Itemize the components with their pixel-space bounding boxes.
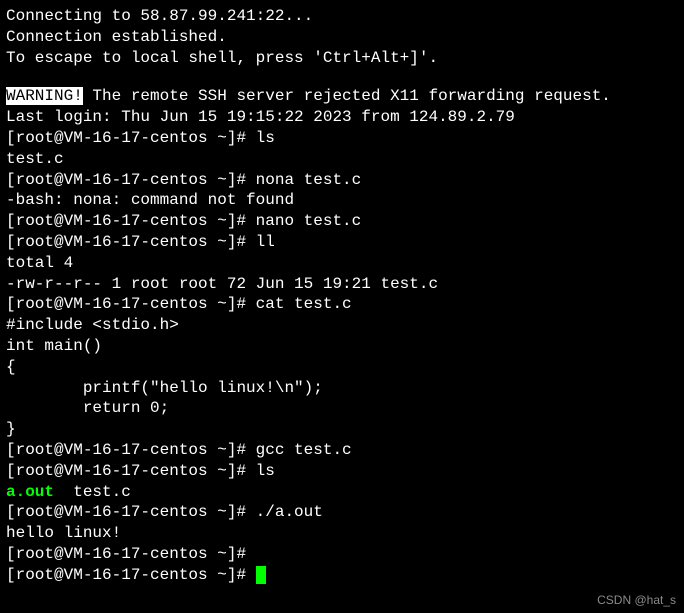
cmd-gcc: [root@VM-16-17-centos ~]# gcc test.c [6,440,678,461]
prompt-empty-1: [root@VM-16-17-centos ~]# [6,544,678,565]
last-login: Last login: Thu Jun 15 19:15:22 2023 fro… [6,107,678,128]
cmd-text: nona test.c [256,171,362,189]
src-main: int main() [6,336,678,357]
prompt: [root@VM-16-17-centos ~]# [6,295,256,313]
cmd-text: gcc test.c [256,441,352,459]
out-ls-rest: test.c [54,483,131,501]
prompt: [root@VM-16-17-centos ~]# [6,503,256,521]
cmd-text: nano test.c [256,212,362,230]
out-ll-file: -rw-r--r-- 1 root root 72 Jun 15 19:21 t… [6,274,678,295]
watermark: CSDN @hat_s [597,593,676,609]
executable-file: a.out [6,483,54,501]
out-nona: -bash: nona: command not found [6,190,678,211]
prompt: [root@VM-16-17-centos ~]# [6,171,256,189]
out-run: hello linux! [6,523,678,544]
cmd-ls-1: [root@VM-16-17-centos ~]# ls [6,128,678,149]
src-open-brace: { [6,357,678,378]
prompt: [root@VM-16-17-centos ~]# [6,462,256,480]
cmd-nona: [root@VM-16-17-centos ~]# nona test.c [6,170,678,191]
cmd-text: ls [256,129,275,147]
cmd-run: [root@VM-16-17-centos ~]# ./a.out [6,502,678,523]
out-ls-1: test.c [6,149,678,170]
cmd-text: cat test.c [256,295,352,313]
src-return: return 0; [6,398,678,419]
src-close-brace: } [6,419,678,440]
prompt: [root@VM-16-17-centos ~]# [6,129,256,147]
cmd-ls-2: [root@VM-16-17-centos ~]# ls [6,461,678,482]
src-include: #include <stdio.h> [6,315,678,336]
cmd-text: ./a.out [256,503,323,521]
warning-text: The remote SSH server rejected X11 forwa… [83,87,611,105]
prompt: [root@VM-16-17-centos ~]# [6,212,256,230]
src-printf: printf("hello linux!\n"); [6,378,678,399]
cmd-text: ll [256,233,275,251]
out-ls-2: a.out test.c [6,482,678,503]
prompt: [root@VM-16-17-centos ~]# [6,545,256,563]
prompt-active[interactable]: [root@VM-16-17-centos ~]# [6,565,678,586]
cmd-text: ls [256,462,275,480]
connect-line-3: To escape to local shell, press 'Ctrl+Al… [6,48,678,69]
blank-line [6,68,678,86]
cursor-block [256,566,266,584]
prompt: [root@VM-16-17-centos ~]# [6,441,256,459]
connect-line-2: Connection established. [6,27,678,48]
prompt: [root@VM-16-17-centos ~]# [6,233,256,251]
cmd-ll: [root@VM-16-17-centos ~]# ll [6,232,678,253]
out-ll-total: total 4 [6,253,678,274]
connect-line-1: Connecting to 58.87.99.241:22... [6,6,678,27]
cmd-nano: [root@VM-16-17-centos ~]# nano test.c [6,211,678,232]
cmd-cat: [root@VM-16-17-centos ~]# cat test.c [6,294,678,315]
prompt: [root@VM-16-17-centos ~]# [6,566,256,584]
warning-badge: WARNING! [6,87,83,105]
warning-line: WARNING! The remote SSH server rejected … [6,86,678,107]
